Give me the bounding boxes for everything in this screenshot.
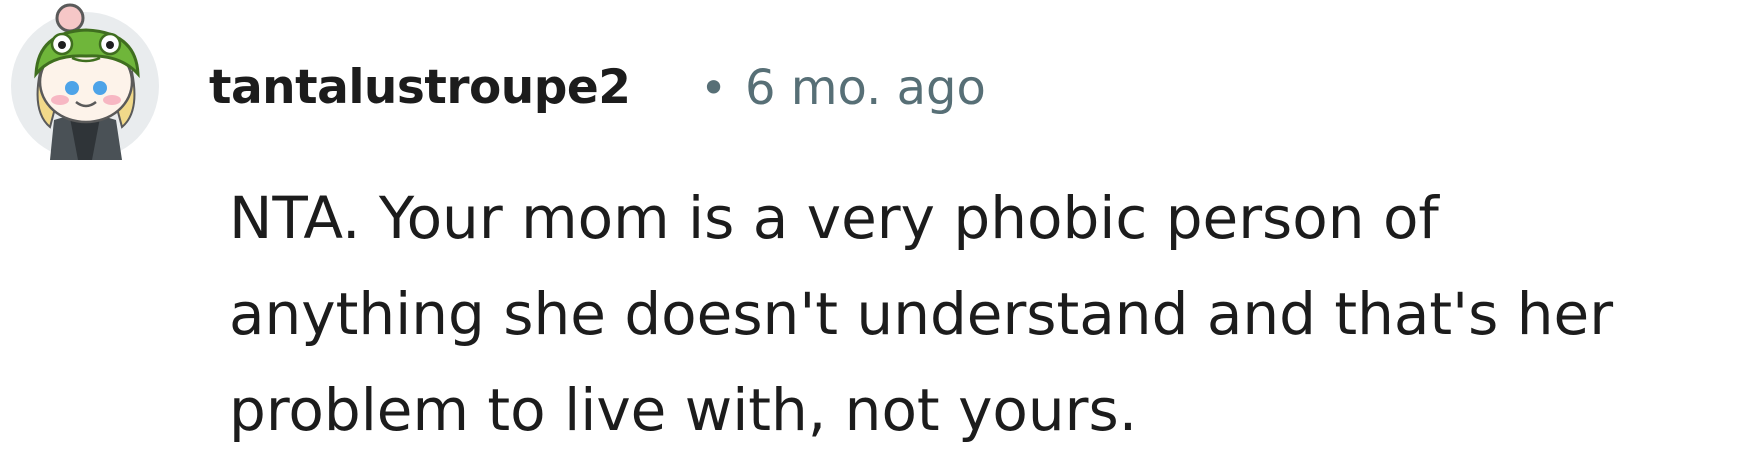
user-avatar[interactable] [10,2,160,160]
snoo-frog-hat-avatar-icon [11,3,159,160]
meta-separator: • [700,61,728,115]
comment-body: NTA. Your mom is a very phobic person of… [229,184,1614,444]
comment-timestamp[interactable]: 6 mo. ago [745,55,986,121]
comment: tantalustroupe2 • 6 mo. ago NTA. Your mo… [0,0,1754,465]
username-link[interactable]: tantalustroupe2 [209,55,631,121]
